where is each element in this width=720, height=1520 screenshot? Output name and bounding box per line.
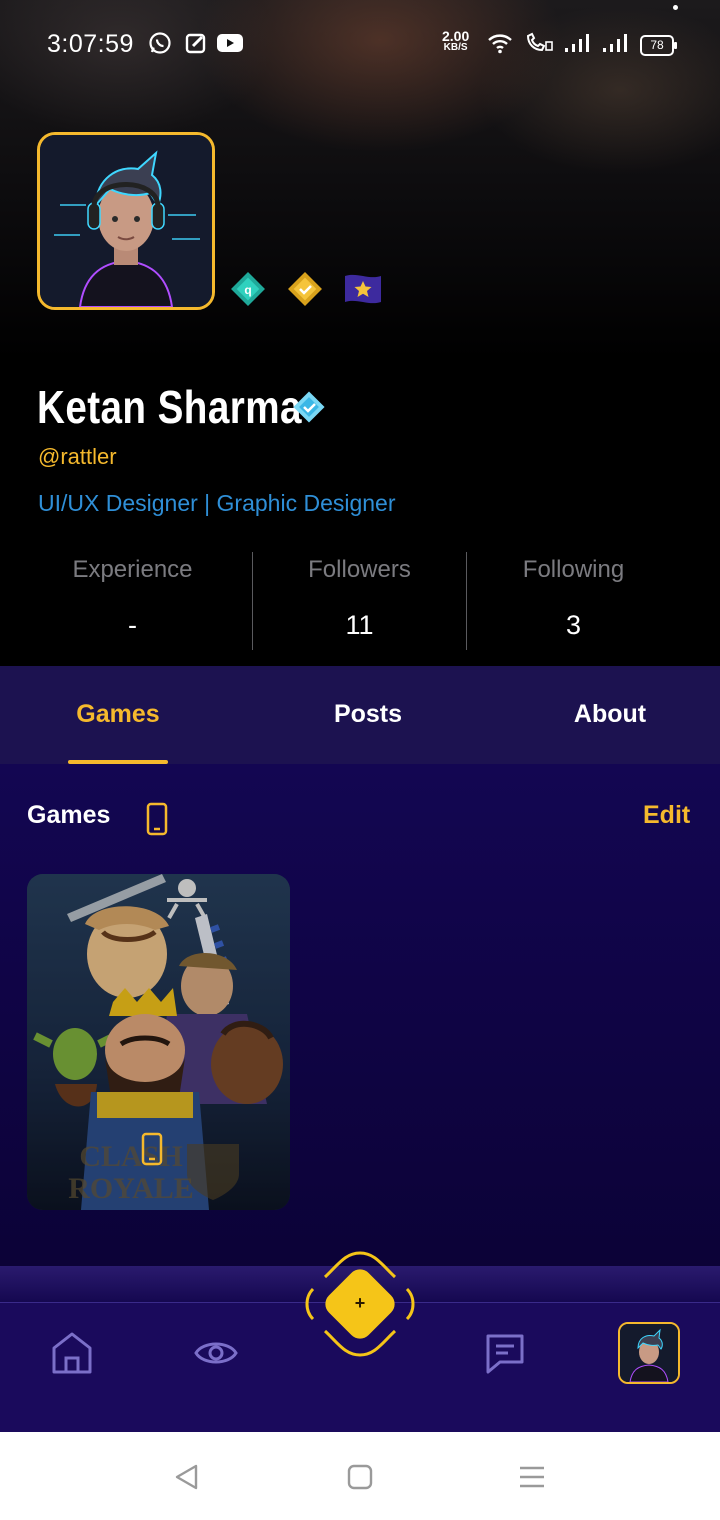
- status-bar: 3:07:59 2.00 KB/S 78: [0, 0, 720, 90]
- signal-icon-2: [601, 31, 629, 55]
- stat-value: 11: [345, 610, 374, 640]
- home-square-icon[interactable]: [346, 1463, 374, 1491]
- stat-label: Following: [522, 556, 625, 583]
- create-fab-button[interactable]: +: [305, 1249, 415, 1359]
- network-speed-unit: KB/S: [443, 42, 468, 53]
- profile-bio: UI/UX Designer | Graphic Designer: [38, 490, 396, 516]
- youtube-icon: [216, 31, 244, 55]
- fab-plus-label: +: [354, 1293, 366, 1313]
- network-speed: 2.00 KB/S: [442, 29, 469, 54]
- profile-name: Ketan Sharma: [37, 381, 302, 433]
- signal-icon-1: [563, 31, 591, 55]
- profile-tabs: Games Posts About: [0, 666, 720, 764]
- edit-note-icon: [183, 31, 209, 55]
- chat-icon[interactable]: [478, 1326, 532, 1380]
- profile-handle: @rattler: [38, 444, 117, 469]
- svg-text:q: q: [244, 283, 251, 297]
- notification-dot: [673, 5, 678, 10]
- eye-icon[interactable]: [189, 1326, 243, 1380]
- back-icon[interactable]: [172, 1462, 202, 1492]
- wifi-calling-icon: [524, 31, 554, 55]
- system-navigation-bar: [0, 1432, 720, 1520]
- nav-profile-avatar[interactable]: [618, 1322, 680, 1384]
- recents-menu-icon[interactable]: [518, 1464, 546, 1490]
- games-section-title: Games: [27, 801, 111, 829]
- stat-value: -: [128, 610, 137, 640]
- edit-games-button[interactable]: Edit: [643, 801, 690, 830]
- purple-flag-badge-icon[interactable]: [343, 270, 381, 308]
- mobile-phone-icon: [146, 802, 168, 836]
- gold-check-badge-icon[interactable]: [286, 270, 324, 308]
- whatsapp-icon: [147, 31, 173, 55]
- stat-value: 3: [565, 610, 582, 640]
- tab-games[interactable]: Games: [38, 666, 198, 764]
- stat-experience[interactable]: Experience -: [26, 556, 239, 641]
- status-time: 3:07:59: [47, 30, 134, 58]
- teal-rank-badge-icon[interactable]: q: [229, 270, 267, 308]
- stat-following[interactable]: Following 3: [467, 556, 680, 641]
- stat-label: Followers: [308, 556, 411, 583]
- battery-indicator: 78: [640, 35, 677, 56]
- verified-badge-icon: [292, 390, 326, 424]
- game-card-clash-royale[interactable]: CLASH ROYALE: [27, 874, 290, 1210]
- stat-label: Experience: [72, 556, 193, 583]
- tab-posts[interactable]: Posts: [288, 666, 448, 764]
- profile-avatar[interactable]: [37, 132, 215, 310]
- tab-about[interactable]: About: [530, 666, 690, 764]
- stat-followers[interactable]: Followers 11: [253, 556, 466, 641]
- wifi-icon: [486, 31, 514, 55]
- home-icon[interactable]: [45, 1326, 99, 1380]
